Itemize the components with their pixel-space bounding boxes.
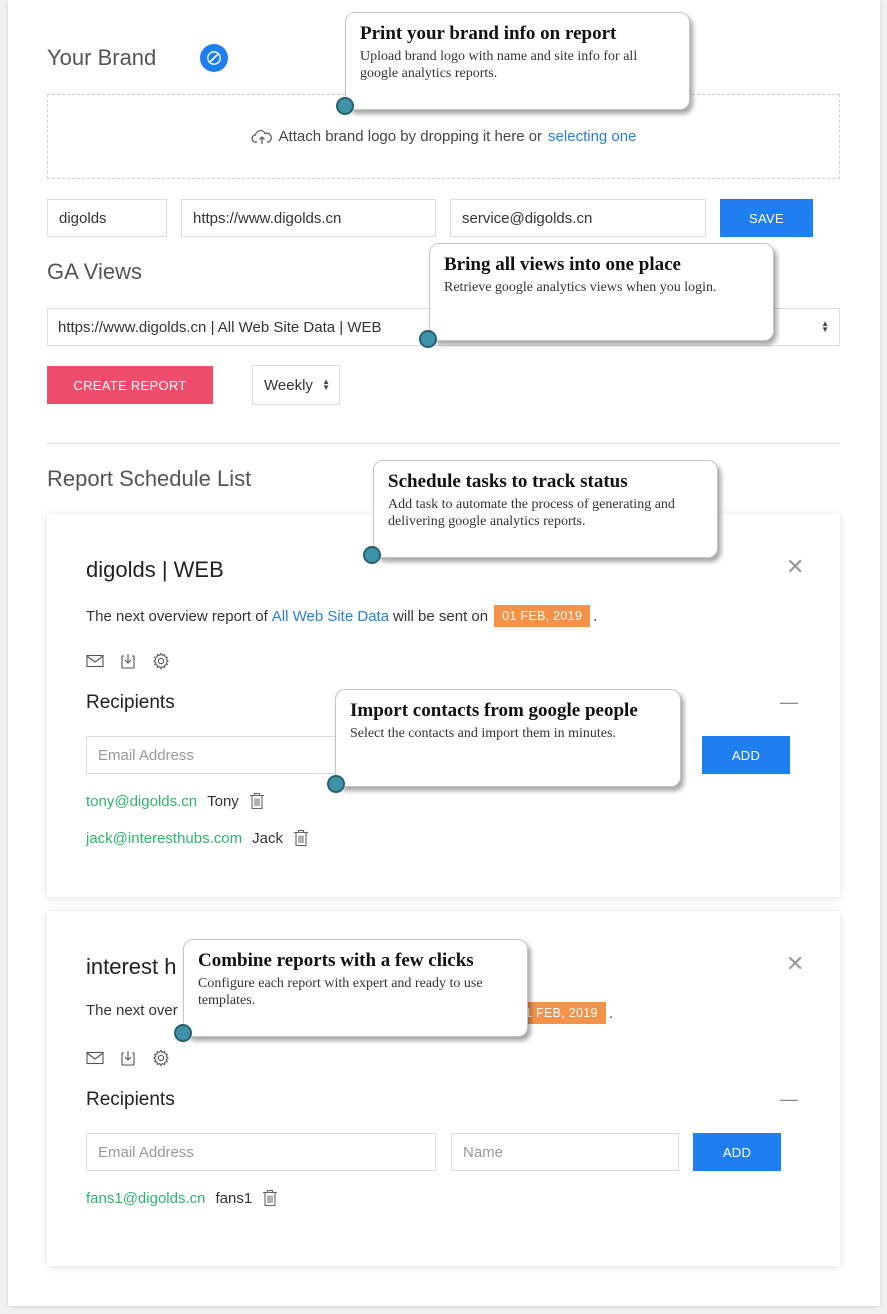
recipient-item: fans1@digolds.cn fans1 <box>86 1189 278 1207</box>
pencil-icon <box>207 51 221 65</box>
tooltip-title: Bring all views into one place <box>444 254 681 275</box>
tooltip-desc: Configure each report with expert and re… <box>198 975 483 1009</box>
brand-title: Your Brand <box>47 45 157 70</box>
gear-icon[interactable] <box>152 652 170 670</box>
view-link[interactable]: All Web Site Data <box>272 608 389 625</box>
collapse-icon[interactable]: — <box>780 1089 798 1110</box>
trash-icon[interactable] <box>293 829 309 847</box>
tooltip-anchor-dot <box>174 1024 192 1042</box>
brand-name-input[interactable]: digolds <box>47 199 167 237</box>
gear-icon[interactable] <box>152 1049 170 1067</box>
download-icon[interactable] <box>120 1050 136 1066</box>
sentence-text: The next overview report of <box>86 607 268 625</box>
recipient-email[interactable]: jack@interesthubs.com <box>86 830 242 847</box>
select-arrows-icon: ▲ ▼ <box>322 377 330 392</box>
frequency-selected: Weekly <box>264 376 313 394</box>
mail-icon[interactable] <box>86 654 104 668</box>
report-card-title: interest h <box>86 954 177 979</box>
sentence-period: . <box>608 1004 613 1022</box>
ga-view-selected: https://www.digolds.cn | All Web Site Da… <box>58 318 382 336</box>
report-actions <box>86 652 170 670</box>
email-input[interactable]: Email Address <box>86 1133 436 1171</box>
add-recipient-button[interactable]: ADD <box>693 1133 781 1171</box>
report-actions <box>86 1049 170 1067</box>
tooltip-title: Schedule tasks to track status <box>388 471 628 492</box>
tooltip-desc: Retrieve google analytics views when you… <box>444 279 717 295</box>
date-badge: 01 FEB, 2019 <box>494 605 591 627</box>
select-arrows-icon: ▲ ▼ <box>821 319 829 334</box>
create-report-button[interactable]: CREATE REPORT <box>47 366 213 404</box>
frequency-select[interactable]: Weekly ▲ ▼ <box>252 365 340 405</box>
sentence-text: The next over <box>86 1002 178 1019</box>
recipient-name: Tony <box>207 792 239 810</box>
collapse-icon[interactable]: — <box>780 692 798 713</box>
sentence-period: . <box>593 607 598 625</box>
tooltip-anchor-dot <box>327 775 345 793</box>
page: Your Brand Attach brand logo by dropping… <box>8 0 880 1306</box>
recipients-title: Recipients <box>86 692 175 713</box>
name-input[interactable]: Name <box>451 1133 679 1171</box>
ga-views-title: GA Views <box>47 259 142 284</box>
download-icon[interactable] <box>120 653 136 669</box>
tooltip-views: Bring all views into one place Retrieve … <box>429 243 774 341</box>
tooltip-combine: Combine reports with a few clicks Config… <box>183 939 528 1037</box>
cloud-upload-icon <box>250 129 272 144</box>
tooltip-anchor-dot <box>336 97 354 115</box>
close-icon[interactable]: ✕ <box>786 953 804 975</box>
select-logo-link[interactable]: selecting one <box>548 128 636 145</box>
trash-icon[interactable] <box>262 1189 278 1207</box>
recipients-title: Recipients <box>86 1089 175 1110</box>
date-badge: 1 FEB, 2019 <box>517 1002 606 1024</box>
tooltip-contacts: Import contacts from google people Selec… <box>335 689 681 787</box>
tooltip-anchor-dot <box>363 546 381 564</box>
tooltip-desc: Upload brand logo with name and site inf… <box>360 48 638 82</box>
recipient-item: tony@digolds.cn Tony <box>86 792 265 810</box>
brand-site-input[interactable]: https://www.digolds.cn <box>181 199 436 237</box>
tooltip-schedule: Schedule tasks to track status Add task … <box>373 460 718 558</box>
report-date: 1 FEB, 2019 . <box>517 1002 613 1024</box>
tooltip-brand: Print your brand info on report Upload b… <box>345 12 690 110</box>
tooltip-desc: Add task to automate the process of gene… <box>388 496 675 530</box>
tooltip-title: Import contacts from google people <box>350 700 638 721</box>
recipient-email[interactable]: fans1@digolds.cn <box>86 1190 205 1207</box>
edit-brand-button[interactable] <box>200 44 228 72</box>
sentence-text: will be sent on <box>393 607 489 625</box>
mail-icon[interactable] <box>86 1051 104 1065</box>
close-icon[interactable]: ✕ <box>786 556 804 578</box>
recipient-name: fans1 <box>215 1189 253 1207</box>
trash-icon[interactable] <box>249 792 265 810</box>
report-sentence: The next over <box>86 1002 178 1019</box>
tooltip-title: Print your brand info on report <box>360 23 617 44</box>
tooltip-anchor-dot <box>419 330 437 348</box>
recipient-item: jack@interesthubs.com Jack <box>86 829 309 847</box>
report-card-title: digolds | WEB <box>86 557 224 582</box>
add-recipient-button[interactable]: ADD <box>702 736 790 774</box>
tooltip-title: Combine reports with a few clicks <box>198 950 474 971</box>
dropzone-text: Attach brand logo by dropping it here or <box>278 128 543 145</box>
brand-email-input[interactable]: service@digolds.cn <box>450 199 706 237</box>
divider <box>47 443 840 444</box>
tooltip-desc: Select the contacts and import them in m… <box>350 725 616 741</box>
recipient-email[interactable]: tony@digolds.cn <box>86 793 197 810</box>
report-sentence: The next overview report of All Web Site… <box>86 605 597 627</box>
recipient-name: Jack <box>252 829 283 847</box>
schedule-title: Report Schedule List <box>47 466 252 491</box>
save-button[interactable]: SAVE <box>720 199 813 237</box>
